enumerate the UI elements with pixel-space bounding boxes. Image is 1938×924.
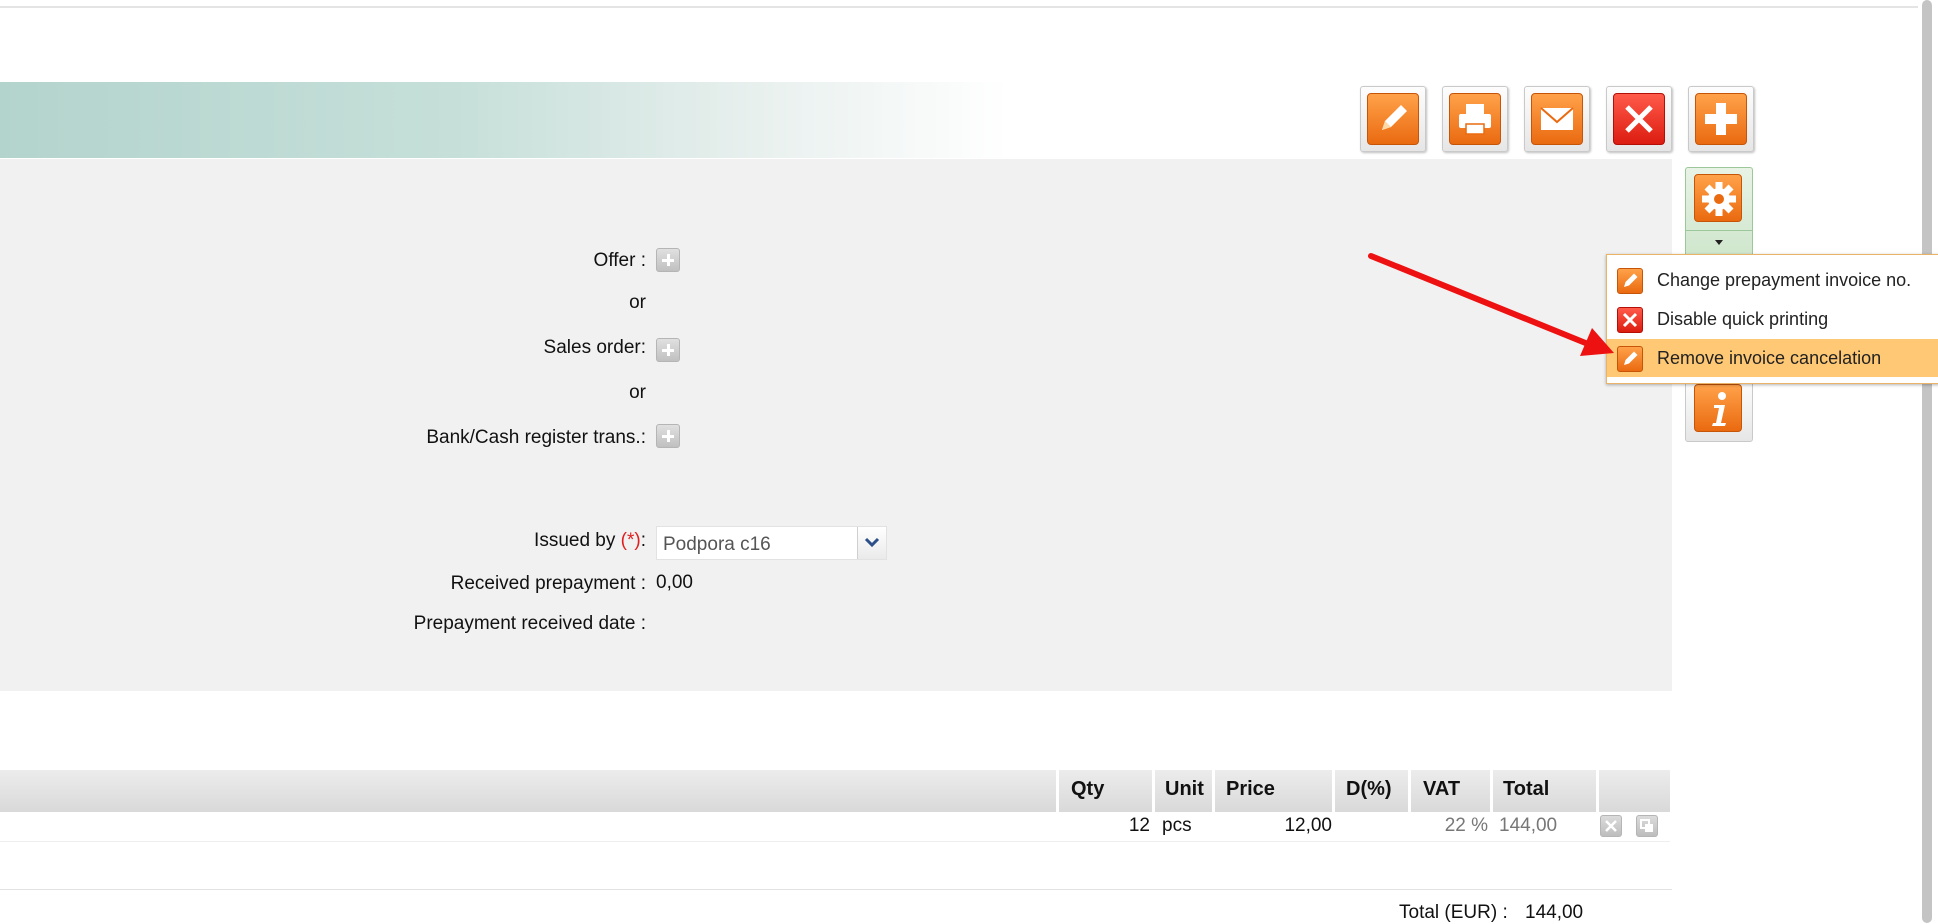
cell-vat: 22 % bbox=[1444, 815, 1488, 836]
pencil-icon bbox=[1367, 93, 1419, 145]
issued-by-select[interactable]: Podpora c16 bbox=[656, 526, 887, 560]
totals-divider bbox=[0, 889, 1672, 890]
delete-row-icon[interactable] bbox=[1600, 815, 1622, 837]
menu-item-label: Change prepayment invoice no. bbox=[1657, 270, 1912, 290]
column-separator bbox=[1408, 770, 1411, 842]
column-header-unit: Unit bbox=[1165, 778, 1204, 800]
header-banner bbox=[0, 82, 1010, 158]
offer-label: Offer : bbox=[593, 250, 646, 271]
column-separator bbox=[1152, 770, 1155, 842]
edit-button[interactable] bbox=[1360, 86, 1426, 152]
items-table-header bbox=[0, 770, 1670, 812]
issued-by-value: Podpora c16 bbox=[663, 534, 771, 555]
menu-item-change-prepayment-no[interactable]: Change prepayment invoice no. bbox=[1607, 261, 1938, 299]
annotation-arrow bbox=[1368, 253, 1614, 356]
cancel-button[interactable] bbox=[1606, 86, 1672, 152]
received-prepayment-label: Received prepayment : bbox=[450, 573, 646, 594]
envelope-icon bbox=[1531, 93, 1583, 145]
add-bank-transaction-icon[interactable] bbox=[656, 424, 680, 448]
top-divider bbox=[0, 6, 1918, 8]
print-button[interactable] bbox=[1442, 86, 1508, 152]
row-divider bbox=[0, 841, 1670, 842]
close-icon bbox=[1613, 93, 1665, 145]
total-value: 144,00 bbox=[1525, 902, 1584, 923]
menu-item-remove-invoice-cancelation[interactable]: Remove invoice cancelation bbox=[1607, 339, 1938, 377]
sales-order-label: Sales order: bbox=[543, 337, 646, 358]
column-header-vat: VAT bbox=[1423, 778, 1461, 800]
column-separator bbox=[1056, 770, 1059, 842]
menu-item-label: Remove invoice cancelation bbox=[1657, 348, 1882, 368]
email-button[interactable] bbox=[1524, 86, 1590, 152]
required-marker: (*) bbox=[620, 530, 641, 551]
column-header-total: Total bbox=[1503, 778, 1550, 800]
printer-icon bbox=[1449, 93, 1501, 145]
add-offer-icon[interactable] bbox=[656, 248, 680, 272]
column-separator bbox=[1596, 770, 1599, 842]
cell-total: 144,00 bbox=[1499, 815, 1558, 836]
prepayment-date-label: Prepayment received date : bbox=[413, 613, 646, 634]
invoice-form bbox=[0, 159, 1672, 691]
column-header-qty: Qty bbox=[1071, 778, 1105, 800]
copy-row-icon[interactable] bbox=[1636, 815, 1658, 837]
scrollbar-thumb[interactable] bbox=[1922, 0, 1932, 923]
cell-qty: 12 bbox=[1128, 815, 1150, 836]
cell-price: 12,00 bbox=[1284, 815, 1332, 836]
settings-menu-button[interactable] bbox=[1685, 167, 1753, 257]
column-header-discount: D(%) bbox=[1346, 778, 1392, 800]
menu-item-label: Disable quick printing bbox=[1657, 309, 1829, 329]
caret-down-icon[interactable] bbox=[1686, 230, 1752, 255]
bank-cash-label: Bank/Cash register trans.: bbox=[426, 427, 646, 448]
issued-by-label: Issued by (*): bbox=[534, 530, 646, 551]
vertical-scrollbar[interactable] bbox=[1918, 0, 1938, 923]
chevron-down-icon[interactable] bbox=[857, 527, 886, 559]
or-label-2: or bbox=[629, 382, 646, 403]
menu-item-disable-quick-printing[interactable]: Disable quick printing bbox=[1607, 300, 1938, 338]
column-header-price: Price bbox=[1226, 778, 1275, 800]
gear-icon bbox=[1694, 174, 1742, 222]
column-separator bbox=[1332, 770, 1335, 842]
column-separator bbox=[1490, 770, 1493, 842]
received-prepayment-value: 0,00 bbox=[656, 572, 693, 593]
settings-dropdown-menu: Change prepayment invoice no. Disable qu… bbox=[1606, 254, 1938, 384]
info-icon bbox=[1694, 384, 1742, 432]
add-button[interactable] bbox=[1688, 86, 1754, 152]
plus-icon bbox=[1695, 93, 1747, 145]
total-label: Total (EUR) : bbox=[1399, 902, 1508, 923]
add-sales-order-icon[interactable] bbox=[656, 338, 680, 362]
info-button[interactable] bbox=[1685, 378, 1753, 442]
column-separator bbox=[1212, 770, 1215, 842]
or-label: or bbox=[629, 292, 646, 313]
cell-unit: pcs bbox=[1162, 815, 1192, 836]
